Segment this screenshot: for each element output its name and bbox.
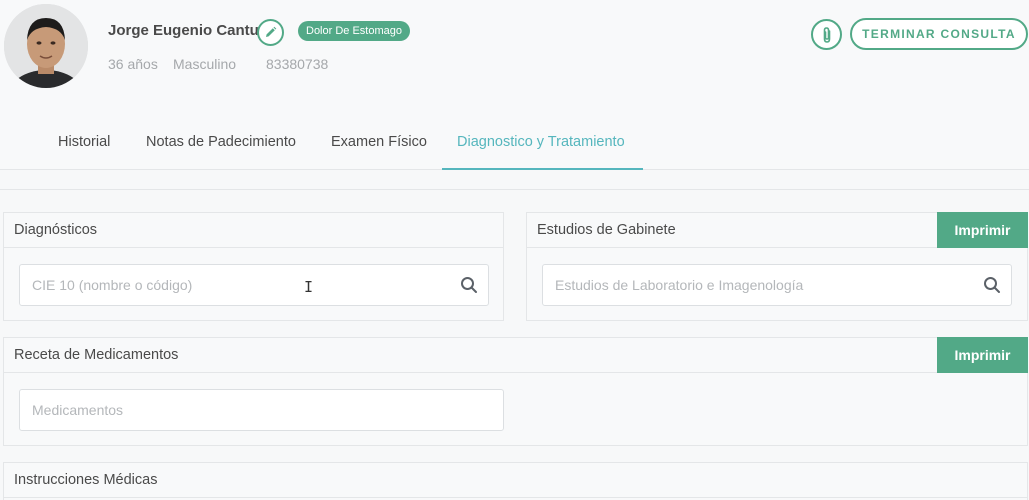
text-cursor-icon: I [304,278,314,296]
panel-header: Instrucciones Médicas [4,463,1027,498]
receta-panel: Receta de Medicamentos Imprimir [3,337,1028,446]
estudios-panel: Estudios de Gabinete Imprimir [526,212,1028,321]
diagnosis-tag-badge: Dolor De Estomago [298,21,410,41]
panel-header: Diagnósticos [4,213,503,248]
print-estudios-button[interactable]: Imprimir [937,212,1028,248]
studies-search-input[interactable] [543,265,1011,305]
tab-bar: Historial Notas de Padecimiento Examen F… [0,120,1029,170]
divider [0,189,1029,190]
studies-search-field[interactable] [542,264,1012,306]
panel-title: Instrucciones Médicas [14,472,158,488]
diagnosis-search-input[interactable] [20,265,488,305]
search-icon[interactable] [983,276,1001,294]
medications-field[interactable] [19,389,504,431]
tab-examen-fisico[interactable]: Examen Físico [331,120,427,170]
end-consult-button[interactable]: TERMINAR CONSULTA [850,18,1028,50]
paperclip-icon [823,26,830,43]
pencil-icon [266,26,277,37]
medications-input[interactable] [20,390,503,430]
edit-patient-button[interactable] [257,19,284,46]
patient-id: 83380738 [266,56,329,72]
panel-title: Estudios de Gabinete [537,222,676,238]
instrucciones-panel: Instrucciones Médicas [3,462,1028,500]
tab-historial[interactable]: Historial [58,120,110,170]
attach-button[interactable] [811,19,842,50]
patient-avatar [4,4,88,88]
panel-header: Receta de Medicamentos Imprimir [4,337,1028,373]
diagnosticos-panel: Diagnósticos [3,212,504,321]
panel-title: Diagnósticos [14,222,98,238]
panel-title: Receta de Medicamentos [14,347,179,363]
patient-gender: Masculino [173,56,237,72]
patient-age: 36 años [108,56,158,72]
tab-diagnostico-tratamiento[interactable]: Diagnostico y Tratamiento [442,120,643,170]
diagnosis-search-field[interactable] [19,264,489,306]
patient-name: Jorge Eugenio Cantu [108,22,259,39]
tab-notas-padecimiento[interactable]: Notas de Padecimiento [146,120,296,170]
search-icon[interactable] [460,276,478,294]
print-receta-button[interactable]: Imprimir [937,337,1028,373]
panel-header: Estudios de Gabinete Imprimir [527,212,1028,248]
